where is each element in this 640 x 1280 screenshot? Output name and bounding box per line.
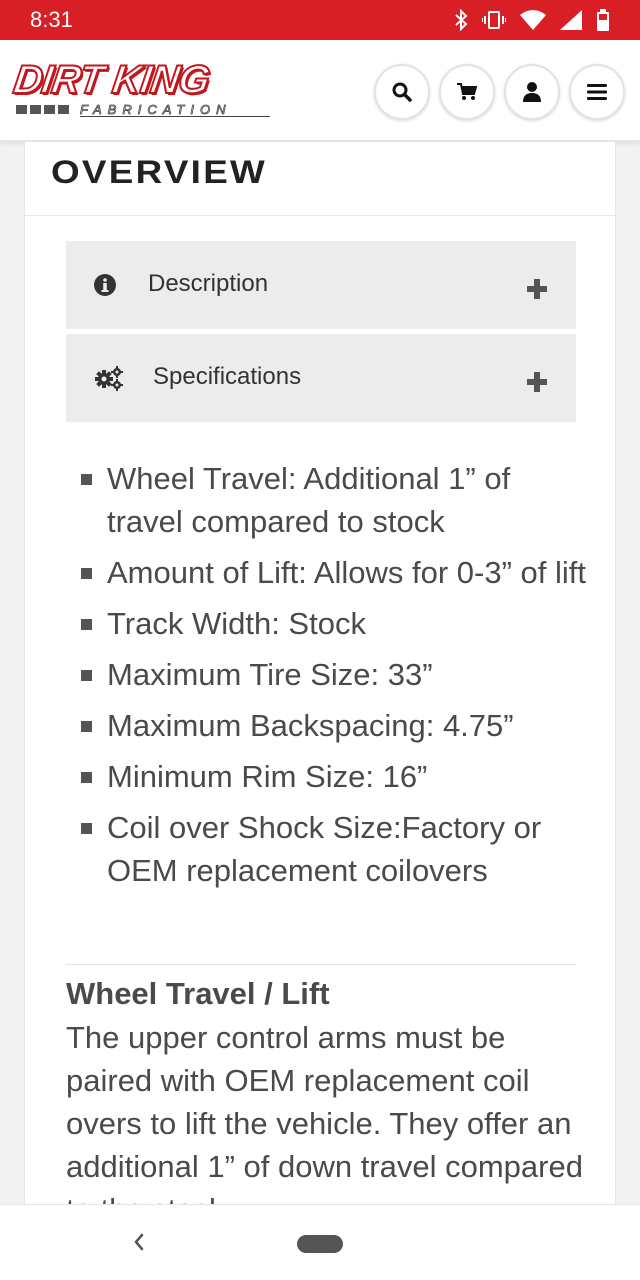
list-item: Coil over Shock Size:Factory or OEM repl… xyxy=(81,806,591,892)
search-button[interactable] xyxy=(374,64,430,120)
list-item: Maximum Backspacing: 4.75” xyxy=(81,704,591,747)
page-title: OVERVIEW xyxy=(51,154,268,190)
info-icon xyxy=(94,274,116,300)
section-body: The upper control arms must be paired wi… xyxy=(66,1020,583,1204)
spec-list: Wheel Travel: Additional 1” of travel co… xyxy=(81,457,591,900)
user-icon xyxy=(523,82,541,102)
cart-button[interactable] xyxy=(439,64,495,120)
accordion-specifications[interactable]: Specifications xyxy=(66,334,576,422)
status-bar: 8:31 xyxy=(0,0,640,40)
dirt-king-logo[interactable]: DIRT KING FABRICATION xyxy=(10,57,270,118)
plus-icon xyxy=(527,279,547,299)
menu-button[interactable] xyxy=(569,64,625,120)
accordion-label: Specifications xyxy=(153,363,302,390)
logo-text: DIRT KING xyxy=(10,57,213,103)
back-chevron-icon[interactable] xyxy=(132,1231,146,1257)
logo-subtext: FABRICATION xyxy=(80,102,232,118)
accordion-label: Description xyxy=(148,270,269,297)
battery-icon xyxy=(597,9,609,31)
list-item: Amount of Lift: Allows for 0-3” of lift xyxy=(81,551,591,594)
site-header: DIRT KING FABRICATION xyxy=(0,40,640,142)
list-item: Minimum Rim Size: 16” xyxy=(81,755,591,798)
bluetooth-icon xyxy=(455,9,468,31)
gears-icon xyxy=(94,365,124,395)
section-heading: Wheel Travel / Lift xyxy=(66,976,330,1011)
overview-card: OVERVIEW Description Specifications Whee… xyxy=(24,142,616,1204)
menu-icon xyxy=(587,84,607,100)
plus-icon xyxy=(527,372,547,392)
wifi-icon xyxy=(520,10,546,30)
system-nav-bar xyxy=(0,1204,640,1280)
home-pill-icon[interactable] xyxy=(297,1235,343,1253)
logo-bars xyxy=(16,105,69,114)
list-item: Track Width: Stock xyxy=(81,602,591,645)
account-button[interactable] xyxy=(504,64,560,120)
list-item: Maximum Tire Size: 33” xyxy=(81,653,591,696)
vibrate-icon xyxy=(482,11,506,29)
status-icons xyxy=(454,9,610,31)
signal-icon xyxy=(560,10,582,30)
accordion-description[interactable]: Description xyxy=(66,241,576,329)
search-icon xyxy=(392,82,412,102)
cart-icon xyxy=(457,83,477,100)
status-time: 8:31 xyxy=(30,7,73,32)
list-item: Wheel Travel: Additional 1” of travel co… xyxy=(81,457,591,543)
